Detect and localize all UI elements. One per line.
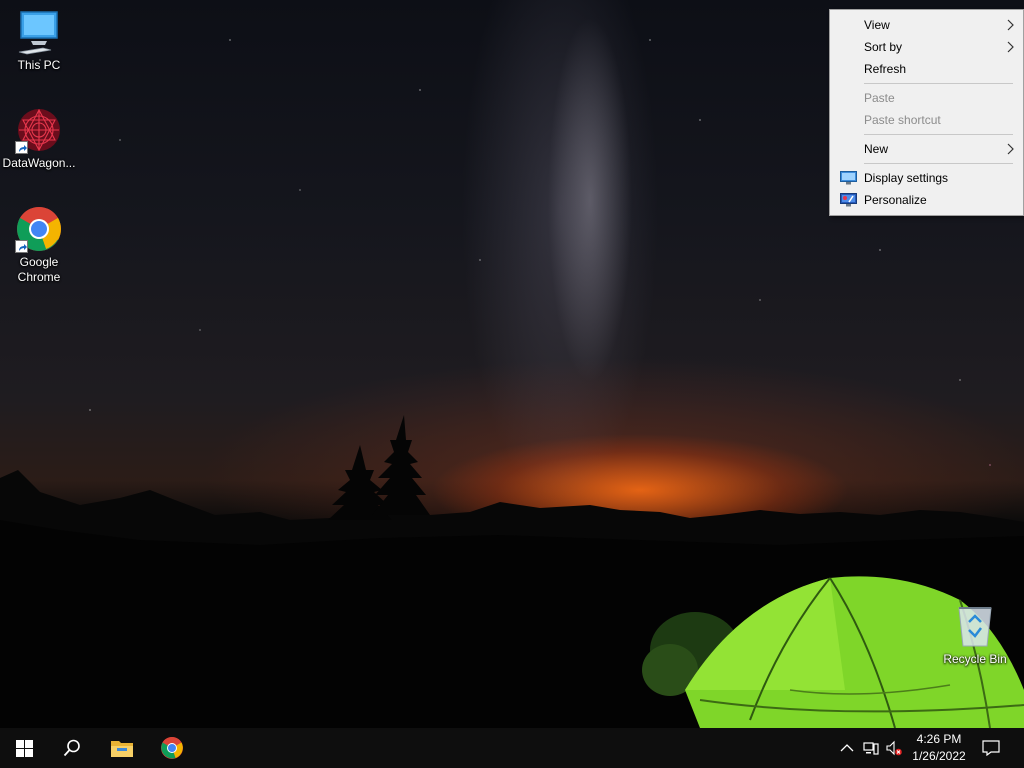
chevron-right-icon xyxy=(1007,19,1014,31)
menu-item-refresh[interactable]: Refresh xyxy=(830,58,1023,80)
menu-separator xyxy=(864,163,1013,164)
menu-item-label: Paste xyxy=(864,91,895,105)
search-icon xyxy=(63,739,80,757)
clock-date: 1/26/2022 xyxy=(912,749,966,763)
desktop-icon-label: DataWagon... xyxy=(2,156,76,170)
clock-time: 4:26 PM xyxy=(916,732,962,746)
desktop-icon-this-pc[interactable]: This PC xyxy=(1,8,77,73)
taskbar-file-explorer[interactable] xyxy=(98,728,146,768)
action-center-icon xyxy=(982,740,1000,756)
menu-item-personalize[interactable]: Personalize xyxy=(830,189,1023,211)
menu-item-view[interactable]: View xyxy=(830,14,1023,36)
desktop-icon-google-chrome[interactable]: Google Chrome xyxy=(1,205,77,285)
shortcut-arrow-icon xyxy=(15,141,28,154)
chevron-right-icon xyxy=(1007,143,1014,155)
taskbar-clock[interactable]: 4:26 PM 1/26/2022 xyxy=(904,731,974,765)
menu-item-label: Personalize xyxy=(864,193,927,207)
menu-item-new[interactable]: New xyxy=(830,138,1023,160)
start-button[interactable] xyxy=(0,728,48,768)
chevron-up-icon[interactable] xyxy=(839,740,855,756)
menu-item-label: View xyxy=(864,18,890,32)
display-icon xyxy=(840,171,857,185)
network-icon[interactable] xyxy=(863,740,879,756)
menu-item-label: Sort by xyxy=(864,40,903,54)
personalize-icon xyxy=(840,193,857,207)
chrome-icon xyxy=(15,205,63,253)
menu-item-label: New xyxy=(864,142,889,156)
recycle-bin-icon xyxy=(951,602,999,650)
menu-item-paste-shortcut: Paste shortcut xyxy=(830,109,1023,131)
search-button[interactable] xyxy=(48,728,96,768)
shortcut-arrow-icon xyxy=(15,240,28,253)
menu-item-sort-by[interactable]: Sort by xyxy=(830,36,1023,58)
menu-item-label: Paste shortcut xyxy=(864,113,941,127)
desktop-icon-label: Google Chrome xyxy=(17,255,61,284)
volume-muted-icon[interactable] xyxy=(886,740,902,756)
datawagon-icon xyxy=(15,106,63,154)
menu-item-display-settings[interactable]: Display settings xyxy=(830,167,1023,189)
desktop-icon-datawagon[interactable]: DataWagon... xyxy=(1,106,77,171)
desktop-icon-label: This PC xyxy=(17,58,61,72)
chevron-right-icon xyxy=(1007,41,1014,53)
taskbar-google-chrome[interactable] xyxy=(148,728,196,768)
menu-separator xyxy=(864,134,1013,135)
action-center-button[interactable] xyxy=(976,728,1006,768)
menu-item-label: Display settings xyxy=(864,171,949,185)
chrome-icon xyxy=(161,737,183,759)
menu-item-paste: Paste xyxy=(830,87,1023,109)
desktop-icon-label: Recycle Bin xyxy=(943,652,1007,666)
file-explorer-icon xyxy=(111,741,133,757)
desktop-context-menu: View Sort by Refresh Paste Paste shortcu… xyxy=(829,9,1024,216)
menu-item-label: Refresh xyxy=(864,62,907,76)
taskbar: 4:26 PM 1/26/2022 xyxy=(0,728,1024,768)
computer-icon xyxy=(15,8,63,56)
start-icon xyxy=(15,739,33,757)
menu-separator xyxy=(864,83,1013,84)
desktop-icon-recycle-bin[interactable]: Recycle Bin xyxy=(937,602,1013,667)
